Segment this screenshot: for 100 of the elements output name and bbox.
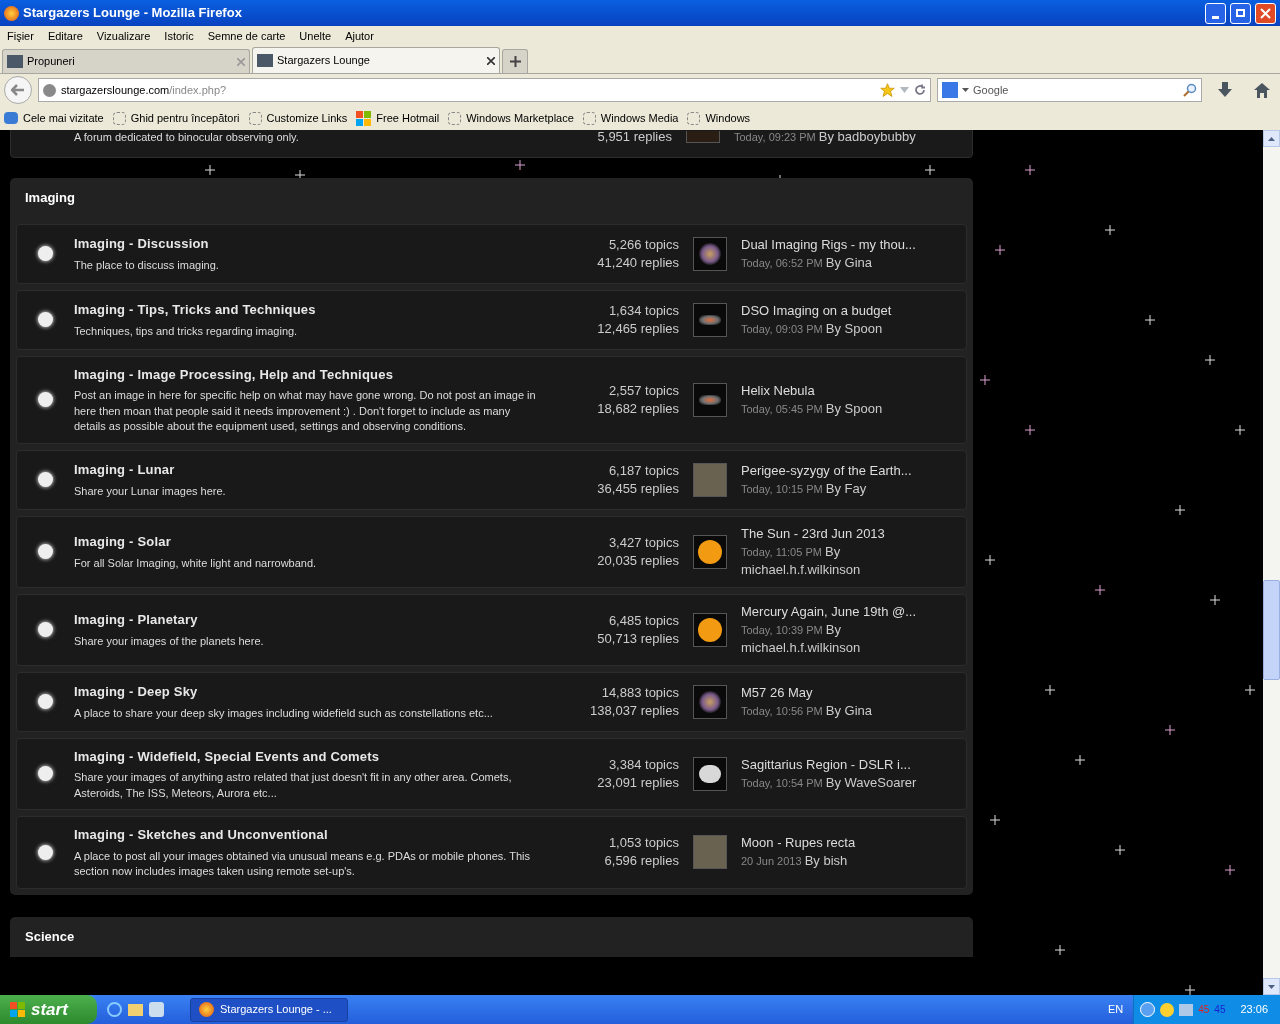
plus-icon — [509, 56, 521, 67]
topic-count: 1,053 topics — [608, 834, 679, 853]
bookmark-link[interactable]: Cele mai vizitate — [23, 109, 104, 127]
page-icon — [582, 111, 596, 125]
search-input[interactable]: Google — [973, 81, 1179, 99]
menu-item[interactable]: Vizualizare — [96, 27, 151, 45]
scrollbar-thumb[interactable] — [1263, 580, 1280, 680]
topic-count: 14,883 topics — [601, 683, 679, 702]
google-icon — [942, 82, 958, 98]
last-post-title-link[interactable]: The Sun - 23rd Jun 2013 — [741, 524, 966, 543]
menu-item[interactable]: Unelte — [299, 27, 332, 45]
bookmark-link[interactable]: Free Hotmail — [376, 109, 440, 127]
last-post-title-link[interactable]: Dual Imaging Rigs - my thou... — [741, 235, 966, 254]
close-button[interactable] — [1255, 2, 1276, 24]
search-icon[interactable] — [1183, 83, 1197, 97]
search-field[interactable]: Google — [937, 78, 1202, 102]
scroll-down-icon[interactable] — [1268, 984, 1275, 989]
tray-number: 45 — [1214, 1003, 1226, 1017]
scroll-up-icon[interactable] — [1268, 136, 1275, 141]
menu-item[interactable]: Istoric — [164, 27, 194, 45]
bookmark-link[interactable]: Windows — [705, 109, 751, 127]
forum-title-link[interactable]: Imaging - Discussion — [74, 234, 564, 254]
reply-count: 23,091 replies — [597, 773, 679, 792]
reply-count: 6,596 replies — [604, 852, 679, 871]
menu-item[interactable]: Editare — [47, 27, 83, 45]
last-post-info: Today, 09:23 PM By badboybubby — [734, 130, 917, 146]
topic-count: 1,634 topics — [608, 301, 679, 320]
restore-button[interactable] — [1230, 2, 1251, 24]
last-post-title-link[interactable]: M57 26 May — [741, 683, 966, 702]
forum-description: A place to post all your images obtained via unusual means e.g. PDAs or mobile phones. This section now includes images taken using remote set-up's. — [74, 848, 531, 879]
forum-description: Post an image in here for specific help on what may have gone wrong. Do not post an image in here then moan that people said it needs improvement :) . Don't forget to include as many details as possible about the equipment used, settings and observing conditions. — [74, 388, 537, 434]
forum-description: The place to discuss imaging. — [74, 257, 220, 273]
forum-title-link[interactable]: Imaging - Sketches and Unconventional — [74, 825, 564, 845]
read-status-icon — [38, 544, 53, 559]
page-icon — [112, 111, 126, 125]
bookmark-link[interactable]: Windows Media — [600, 109, 679, 127]
browser-icon[interactable] — [107, 1002, 122, 1017]
topic-count: 6,187 topics — [608, 461, 679, 480]
last-post-info: Today, 06:52 PM By Gina — [741, 253, 874, 272]
last-post-info: Today, 05:45 PM By Spoon — [741, 399, 884, 418]
forum-title-link[interactable]: Imaging - Lunar — [74, 460, 564, 480]
photo-placeholder — [693, 462, 727, 497]
galaxy-icon — [699, 394, 721, 405]
download-icon[interactable] — [1218, 82, 1232, 98]
read-status-icon — [38, 246, 53, 261]
forum-title-link[interactable]: Imaging - Image Processing, Help and Techniques — [74, 364, 564, 384]
back-arrow-icon — [11, 84, 25, 96]
moon-icon — [699, 764, 721, 783]
last-post-info: 20 Jun 2013 By bish — [741, 852, 849, 871]
topic-count: 6,485 topics — [608, 611, 679, 630]
globe-icon — [43, 83, 56, 97]
topic-count: 5,266 topics — [608, 235, 679, 254]
reply-count: 18,682 replies — [597, 399, 679, 418]
expand-tray-icon[interactable] — [1140, 1002, 1156, 1017]
bookmark-star-icon[interactable] — [880, 82, 895, 98]
folder-icon — [4, 112, 18, 124]
minimize-button[interactable] — [1205, 2, 1226, 24]
browser-tab[interactable]: Stargazers Lounge — [252, 47, 500, 73]
taskbar-window-button[interactable]: Stargazers Lounge - ... — [190, 997, 348, 1022]
read-status-icon — [38, 622, 53, 637]
last-post-title-link[interactable]: Moon - Rupes recta — [741, 834, 966, 853]
reload-icon[interactable] — [914, 84, 926, 96]
last-post-title-link[interactable]: Perigee-syzygy of the Earth... — [741, 461, 966, 480]
back-button[interactable] — [4, 76, 32, 104]
forum-title-link[interactable]: Imaging - Widefield, Special Events and Comets — [74, 746, 564, 766]
address-bar[interactable]: stargazerslounge.com/index.php? — [38, 78, 931, 102]
topic-count: 3,427 topics — [608, 533, 679, 552]
close-tab-icon[interactable] — [487, 56, 495, 65]
topic-count: 3,384 topics — [608, 755, 679, 774]
reply-count: 50,713 replies — [597, 629, 679, 648]
last-post-title-link[interactable]: Sagittarius Region - DSLR i... — [741, 755, 966, 774]
dropdown-icon[interactable] — [962, 88, 969, 92]
bookmark-link[interactable]: Windows Marketplace — [466, 109, 574, 127]
last-post-title-link[interactable]: Helix Nebula — [741, 381, 966, 400]
reply-count: 41,240 replies — [597, 253, 679, 272]
browser-tab[interactable]: Propuneri — [2, 49, 250, 73]
language-indicator[interactable]: EN — [1107, 1001, 1124, 1018]
last-post-info: Today, 11:05 PM By michael.h.f.wilkinson — [741, 542, 862, 579]
read-status-icon — [38, 312, 53, 327]
reply-count[interactable]: 5,951 replies — [582, 130, 672, 147]
last-post-title-link[interactable]: DSO Imaging on a budget — [741, 301, 966, 320]
last-post-title-link[interactable]: Mercury Again, June 19th @... — [741, 602, 966, 621]
forum-description: Techniques, tips and tricks regarding imaging. — [74, 323, 299, 339]
menu-item[interactable]: Ajutor — [345, 27, 374, 45]
new-tab-button[interactable] — [502, 49, 528, 73]
reply-count: 20,035 replies — [597, 551, 679, 570]
folder-icon[interactable] — [128, 1003, 143, 1016]
forum-title-link[interactable]: Imaging - Tips, Tricks and Techniques — [74, 300, 564, 320]
page-icon — [248, 111, 262, 125]
last-post-info: Today, 10:54 PM By WaveSoarer — [741, 773, 918, 792]
menu-item[interactable]: Fişier — [7, 27, 34, 45]
forum-title-link[interactable]: Imaging - Planetary — [74, 610, 564, 630]
bookmark-link[interactable]: Customize Links — [266, 109, 348, 127]
bookmark-link[interactable]: Ghid pentru începători — [130, 109, 240, 127]
forum-title-link[interactable]: Imaging - Deep Sky — [74, 682, 564, 702]
forum-title-link[interactable]: Imaging - Solar — [74, 532, 564, 552]
menu-item[interactable]: Semne de carte — [207, 27, 286, 45]
page-icon — [687, 111, 701, 125]
home-icon[interactable] — [1254, 82, 1270, 98]
galaxy-icon — [699, 314, 721, 325]
